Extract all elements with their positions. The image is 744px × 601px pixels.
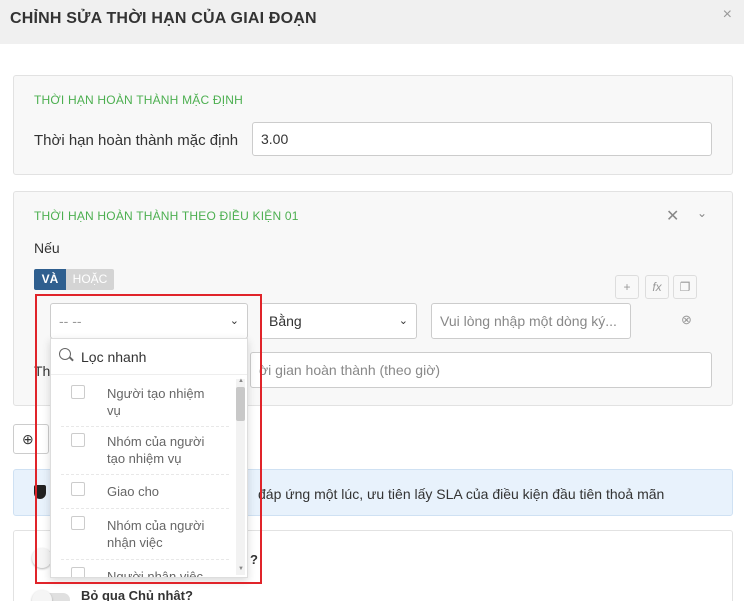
dropdown-item[interactable]: Nhóm của người tạo nhiệm vụ [61,427,229,475]
dropdown-item[interactable]: Người tạo nhiệm vụ [61,379,229,427]
checkbox[interactable] [71,482,85,496]
plus-circle-icon: ⊕ [22,431,34,447]
dropdown-list: Người tạo nhiệm vụ Nhóm của người tạo nh… [51,379,237,577]
clear-circle-icon[interactable]: ⊗ [681,312,692,328]
divider [51,374,247,375]
toggle-knob [32,590,52,601]
skip-sunday-toggle[interactable] [32,590,70,601]
deadline-label: Th [34,363,51,379]
shield-icon [34,485,46,499]
close-icon[interactable]: × [723,6,732,24]
dropdown-scroll-thumb[interactable] [236,387,245,421]
checkbox[interactable] [71,385,85,399]
default-deadline-panel: THỜI HẠN HOÀN THÀNH MẶC ĐỊNH Thời hạn ho… [13,75,733,175]
checkbox[interactable] [71,433,85,447]
function-icon[interactable]: fx [645,275,669,299]
checkbox[interactable] [71,567,85,577]
dropdown-item[interactable]: Nhóm của người nhận việc [61,509,229,560]
add-condition-button[interactable]: ⊕ [13,424,49,454]
chevron-down-icon[interactable]: ⌄ [697,206,707,220]
remove-condition-icon[interactable]: ✕ [666,206,679,226]
default-deadline-title: THỜI HẠN HOÀN THÀNH MẶC ĐỊNH [34,93,244,107]
search-icon [59,348,71,360]
default-deadline-label: Thời hạn hoàn thành mặc định [34,132,239,149]
and-toggle[interactable]: VÀ [34,269,66,290]
scroll-down-icon[interactable]: ▼ [238,566,244,572]
if-label: Nếu [34,240,60,256]
scroll-up-icon[interactable]: ▲ [238,378,244,384]
default-deadline-input[interactable]: 3.00 [252,122,712,156]
operator-select[interactable]: Bằng ⌄ [260,303,417,339]
chevron-down-icon: ⌄ [398,315,408,327]
operator-select-value: Bằng [269,313,302,329]
field-select-value: -- -- [59,313,82,329]
checkbox[interactable] [71,516,85,530]
condition-deadline-input[interactable]: ời gian hoàn thành (theo giờ) [250,352,712,388]
dropdown-search-input[interactable]: Lọc nhanh [81,349,146,365]
or-toggle[interactable]: HOẶC [66,269,114,290]
field-dropdown: Lọc nhanh Người tạo nhiệm vụ Nhóm của ng… [50,338,248,578]
condition-title: THỜI HẠN HOÀN THÀNH THEO ĐIỀU KIỆN 01 [34,209,299,223]
skip-sunday-label: Bỏ qua Chủ nhật? [81,588,193,601]
field-select[interactable]: -- -- ⌄ [50,303,248,339]
modal-header: CHỈNH SỬA THỜI HẠN CỦA GIAI ĐOẠN × [0,0,744,44]
dropdown-item[interactable]: Người nhân việc giai [61,560,229,577]
dropdown-item[interactable]: Giao cho [61,475,229,509]
info-text: đáp ứng một lúc, ưu tiên lấy SLA của điề… [258,486,665,502]
copy-icon[interactable]: ❐ [673,275,697,299]
chevron-down-icon: ⌄ [229,315,239,327]
toggle-label-1: ? [250,552,258,567]
condition-value-input[interactable]: Vui lòng nhập một dòng ký... [431,303,631,339]
toggle-knob [32,548,52,568]
modal-title: CHỈNH SỬA THỜI HẠN CỦA GIAI ĐOẠN [10,10,317,27]
add-icon[interactable]: + [615,275,639,299]
